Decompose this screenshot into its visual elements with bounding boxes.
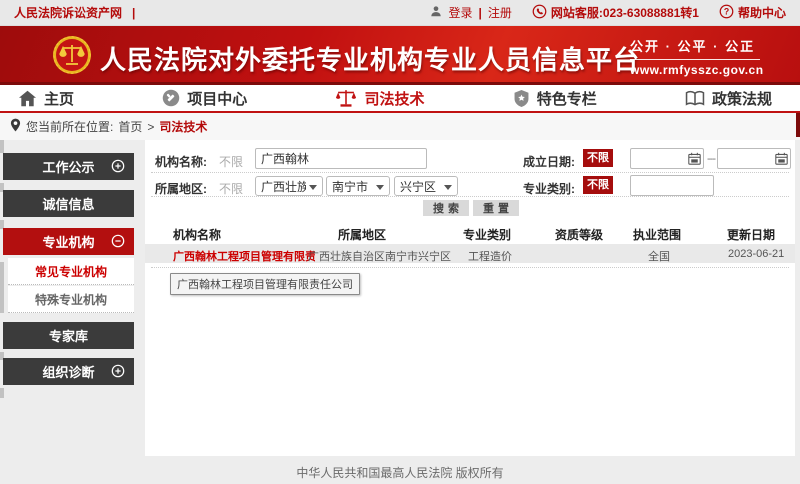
help-center-link[interactable]: 帮助中心 — [738, 4, 786, 21]
top-utility-bar: 人民法院诉讼资产网 | 登录 | 注册 网站客服:023-63088881转1 … — [0, 0, 800, 26]
col-header-grade: 资质等级 — [555, 226, 603, 243]
site-home-link[interactable]: 人民法院诉讼资产网 — [14, 4, 122, 21]
location-pin-icon — [10, 118, 21, 135]
cell-updated: 2023-06-21 — [728, 248, 784, 260]
sidebar-edge-marker — [0, 262, 4, 313]
table-divider — [151, 267, 789, 268]
shield-icon — [513, 89, 530, 108]
province-select[interactable]: 广西壮族自治区 — [255, 176, 323, 196]
copyright-text: 中华人民共和国最高人民法院 版权所有 — [296, 464, 503, 481]
register-link[interactable]: 注册 — [488, 4, 512, 21]
nav-item-judicial-tech[interactable]: 司法技术 — [335, 88, 424, 109]
form-divider — [151, 196, 789, 197]
category-label: 专业类别: — [523, 180, 575, 197]
sidebar-item-expert-pool[interactable]: 专家库 — [3, 322, 134, 349]
search-button[interactable]: 搜索 — [423, 200, 469, 216]
court-emblem-icon — [52, 35, 92, 75]
breadcrumb-home-link[interactable]: 首页 — [118, 118, 142, 135]
org-name-tooltip: 广西翰林工程项目管理有限责任公司 — [170, 273, 360, 295]
floating-widget-handle[interactable] — [796, 113, 800, 137]
sidebar-item-work-publicity[interactable]: 工作公示 — [3, 153, 134, 180]
cell-scope: 全国 — [648, 248, 670, 264]
date-range-separator: --- — [707, 153, 715, 165]
book-icon — [685, 90, 705, 107]
sidebar-item-integrity-info[interactable]: 诚信信息 — [3, 190, 134, 217]
platform-title: 人民法院对外委托专业机构专业人员信息平台 — [100, 40, 640, 77]
chevron-down-icon — [376, 185, 384, 190]
calendar-icon[interactable] — [775, 152, 788, 165]
circle-plus-icon — [111, 159, 125, 176]
founding-date-label: 成立日期: — [523, 153, 575, 170]
org-name-input[interactable] — [255, 148, 427, 169]
calendar-icon[interactable] — [688, 152, 701, 165]
circle-plus-icon — [111, 364, 125, 381]
district-select[interactable]: 兴宁区 — [394, 176, 458, 196]
login-link[interactable]: 登录 — [449, 4, 473, 21]
region-label: 所属地区: — [155, 180, 207, 197]
col-header-org-name: 机构名称 — [173, 226, 221, 243]
sidebar-subitem-special-orgs[interactable]: 特殊专业机构 — [8, 286, 134, 313]
home-icon — [18, 90, 37, 107]
hotline-text: 网站客服:023-63088881转1 — [551, 4, 699, 21]
nav-item-special-column[interactable]: 特色专栏 — [513, 88, 597, 109]
page-footer: 中华人民共和国最高人民法院 版权所有 — [0, 456, 800, 484]
sidebar-item-org-diagnosis[interactable]: 组织诊断 — [3, 358, 134, 385]
category-unlimited-button[interactable]: 不限 — [583, 176, 613, 194]
date-unlimited-button[interactable]: 不限 — [583, 149, 613, 167]
col-header-region: 所属地区 — [338, 226, 386, 243]
sidebar-edge-marker — [0, 140, 4, 153]
sidebar-edge-marker — [0, 388, 4, 398]
breadcrumb: 您当前所在位置: 首页 > 司法技术 — [0, 113, 800, 140]
svg-text:?: ? — [724, 6, 729, 16]
sidebar-subitem-common-orgs[interactable]: 常见专业机构 — [8, 258, 134, 285]
col-header-scope: 执业范围 — [633, 226, 681, 243]
reset-button[interactable]: 重置 — [473, 200, 519, 216]
chevron-down-icon — [444, 185, 452, 190]
cell-category: 工程造价 — [468, 248, 512, 264]
chevron-down-icon — [309, 185, 317, 190]
main-nav: 主页 项目中心 司法技术 特色专栏 — [0, 82, 800, 113]
user-icon — [429, 4, 443, 21]
form-divider — [151, 172, 789, 173]
org-name-unlimited[interactable]: 不限 — [219, 153, 243, 170]
nav-item-project-center[interactable]: 项目中心 — [162, 88, 247, 109]
table-row[interactable]: 广西翰林工程项目管理有限责任... 广西壮族自治区南宁市兴宁区 工程造价 全国 … — [145, 244, 795, 263]
gavel-icon — [162, 89, 180, 107]
cell-region: 广西壮族自治区南宁市兴宁区 — [308, 248, 451, 264]
breadcrumb-current: 司法技术 — [159, 118, 207, 135]
nav-item-policy[interactable]: 政策法规 — [685, 88, 772, 109]
breadcrumb-prefix: 您当前所在位置: — [26, 118, 113, 135]
banner-slogan: 公开 · 公平 · 公正 — [630, 36, 760, 60]
search-panel: 机构名称: 不限 成立日期: 不限 --- 所属地区: 不限 广西壮族自治区 南… — [145, 140, 795, 456]
org-name-label: 机构名称: — [155, 153, 207, 170]
page: 人民法院诉讼资产网 | 登录 | 注册 网站客服:023-63088881转1 … — [0, 0, 800, 484]
help-icon: ? — [719, 4, 734, 22]
col-header-category: 专业类别 — [463, 226, 511, 243]
org-name-link[interactable]: 广西翰林工程项目管理有限责任... — [173, 248, 315, 264]
phone-icon — [532, 4, 547, 22]
topbar-divider: | — [132, 6, 135, 20]
scales-icon — [335, 88, 357, 108]
circle-minus-icon — [111, 234, 125, 251]
breadcrumb-separator: > — [147, 120, 154, 134]
login-register-divider: | — [479, 6, 482, 20]
banner-url: www.rmfysszc.gov.cn — [630, 60, 760, 77]
sidebar-item-professional-orgs[interactable]: 专业机构 — [3, 228, 134, 255]
nav-item-home[interactable]: 主页 — [18, 88, 74, 109]
site-banner: 人民法院对外委托专业机构专业人员信息平台 公开 · 公平 · 公正 www.rm… — [0, 26, 800, 82]
content-area: 工作公示 诚信信息 专业机构 常见专业机构 特殊专业机构 — [0, 140, 800, 456]
region-unlimited[interactable]: 不限 — [219, 180, 243, 197]
col-header-updated: 更新日期 — [727, 226, 775, 243]
city-select[interactable]: 南宁市 — [326, 176, 390, 196]
category-input[interactable] — [630, 175, 714, 196]
